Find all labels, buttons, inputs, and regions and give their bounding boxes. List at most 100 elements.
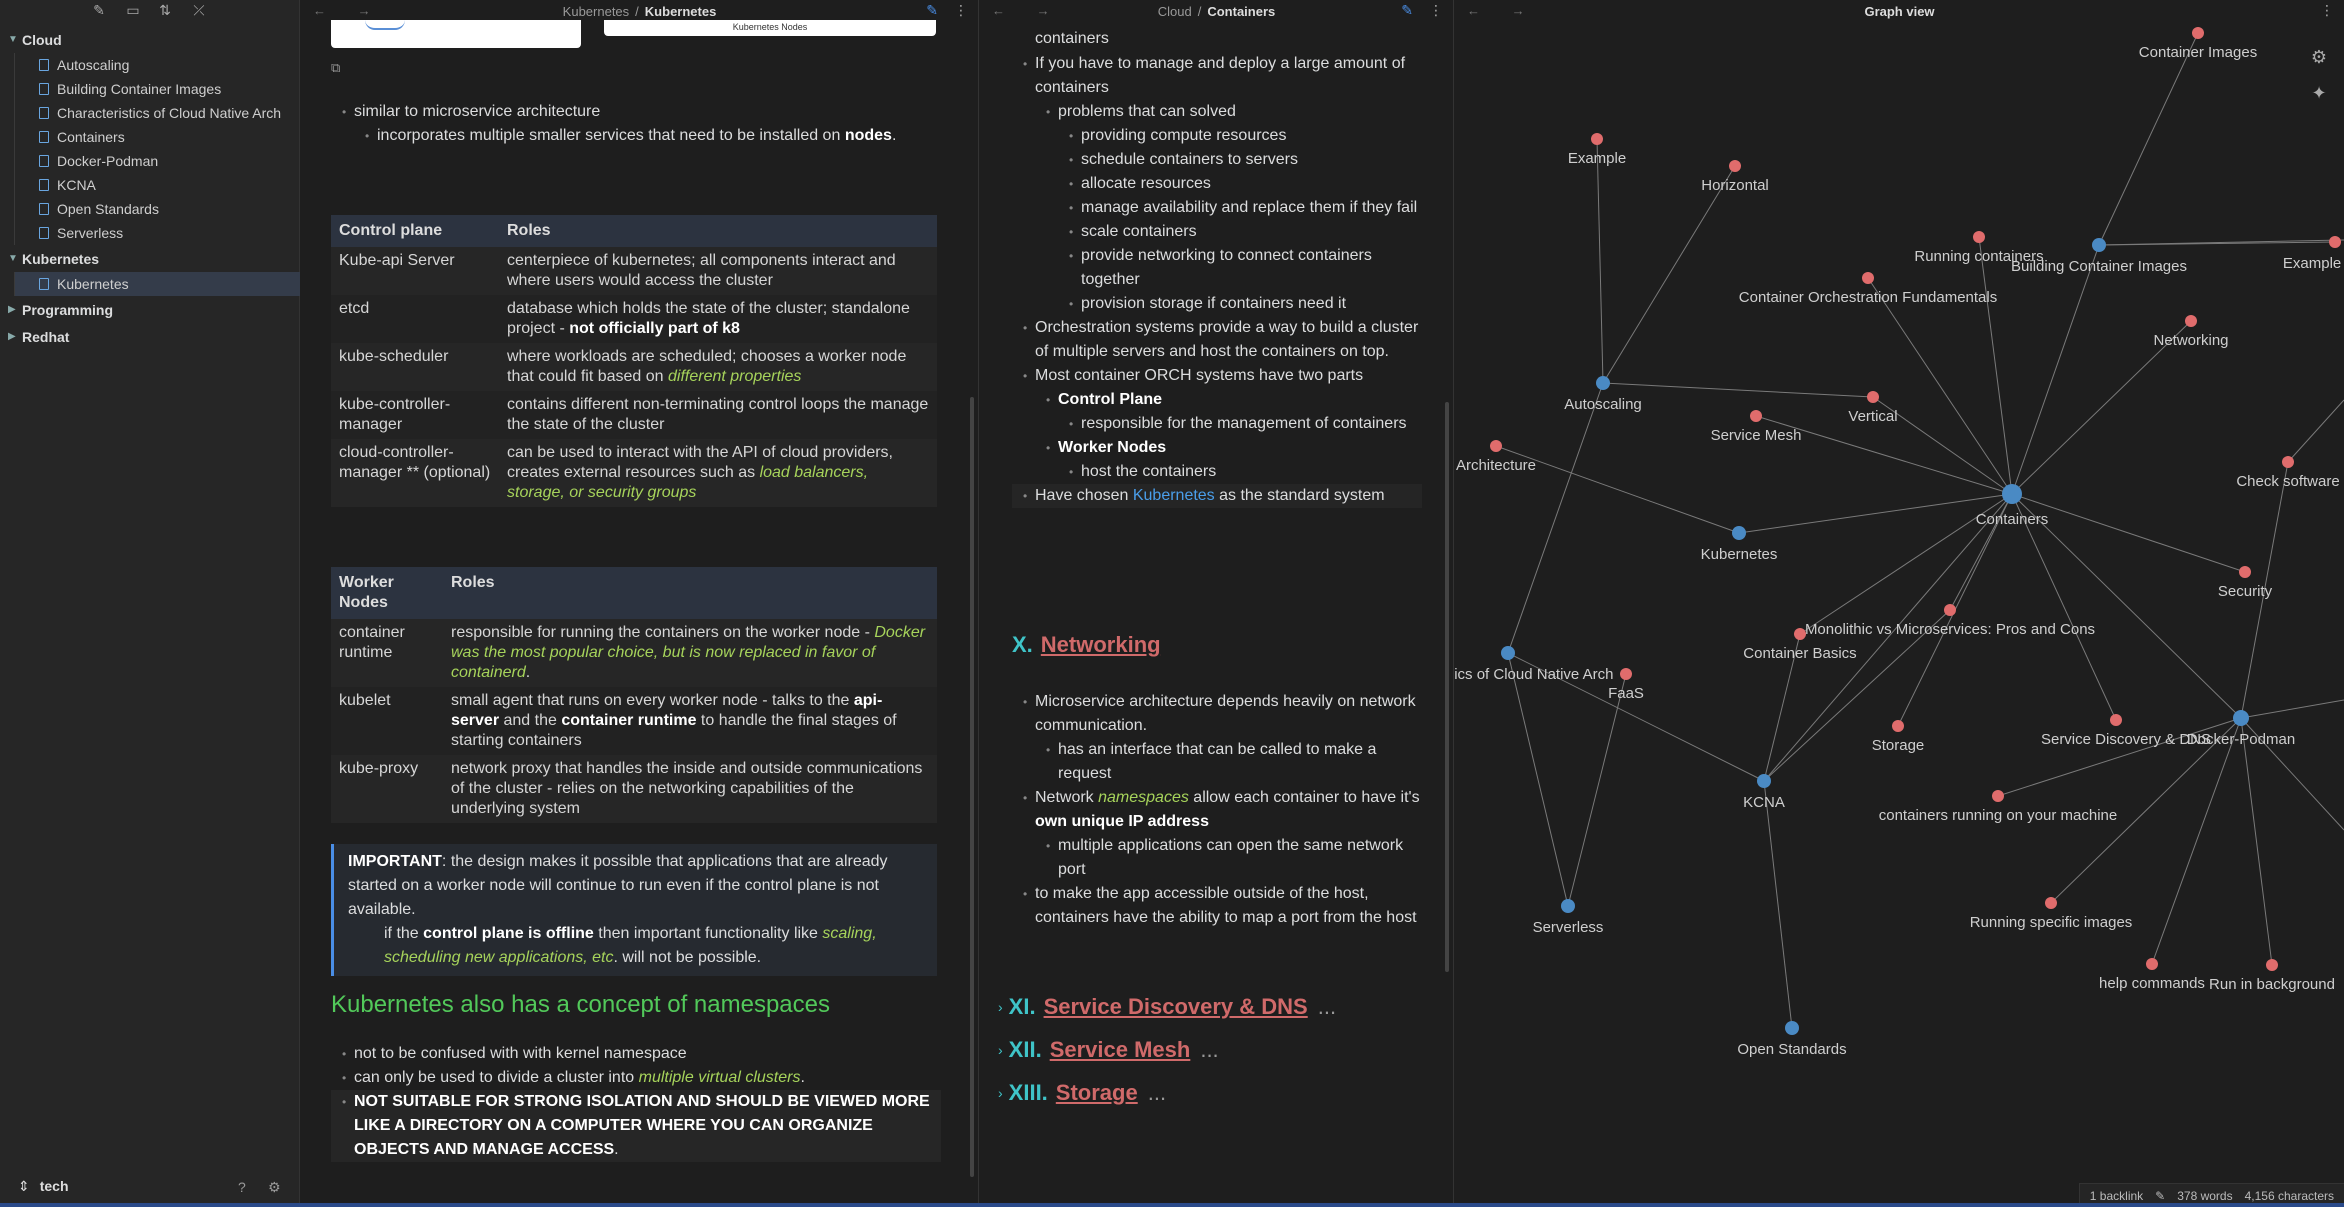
graph-node-dot[interactable] [2045, 897, 2057, 909]
graph-canvas[interactable]: Container Images Example Horizontal Running… [1455, 0, 2344, 1207]
file-containers[interactable]: Containers [14, 125, 300, 149]
new-folder-icon[interactable]: ▭ [124, 2, 142, 18]
breadcrumb-parent[interactable]: Cloud [1158, 4, 1192, 19]
section-heading-collapsed[interactable]: › XIII. Storage... [998, 1078, 1166, 1108]
file-open-standards[interactable]: Open Standards [14, 197, 300, 221]
text: as the standard system [1214, 487, 1385, 504]
file-kcna[interactable]: KCNA [14, 173, 300, 197]
table-row: etcd database which holds the state of th… [331, 295, 937, 343]
settings-gear-icon[interactable]: ⚙ [268, 1179, 281, 1196]
graph-node[interactable]: Monolithic vs Microservices: Pros and Co… [1805, 604, 2095, 638]
graph-node[interactable]: Security [2218, 566, 2273, 600]
file-autoscaling[interactable]: Autoscaling [14, 53, 300, 77]
new-note-icon[interactable]: ✎ [90, 2, 108, 18]
graph-node[interactable]: containers running on your machine [1879, 790, 2117, 824]
graph-node-dot[interactable] [1596, 376, 1610, 390]
graph-node[interactable]: Docker-Podman [2187, 710, 2295, 748]
graph-node-dot[interactable] [2146, 958, 2158, 970]
graph-node-dot[interactable] [1785, 1021, 1799, 1035]
help-icon[interactable]: ? [238, 1179, 246, 1195]
collapse-all-icon[interactable]: ⤫ [190, 2, 208, 18]
folder-programming[interactable]: ▶ Programming [0, 296, 300, 323]
edit-mode-icon[interactable]: ✎ [926, 2, 938, 18]
graph-node[interactable]: KCNA [1743, 774, 1785, 811]
graph-node-dot[interactable] [1729, 160, 1741, 172]
scrollbar[interactable] [1445, 402, 1449, 972]
scrollbar[interactable] [970, 397, 974, 1177]
file-serverless[interactable]: Serverless [14, 221, 300, 245]
graph-node-dot[interactable] [1944, 604, 1956, 616]
graph-node-dot[interactable] [1620, 668, 1632, 680]
graph-node-dot[interactable] [1973, 231, 1985, 243]
graph-node-dot[interactable] [1794, 628, 1806, 640]
graph-node[interactable]: Running specific images [1970, 897, 2133, 931]
more-options-icon[interactable]: ⋮ [954, 2, 968, 18]
graph-node-dot[interactable] [2185, 315, 2197, 327]
breadcrumb-current[interactable]: Containers [1207, 4, 1275, 19]
graph-node[interactable]: stics of Cloud Native Arch [1455, 646, 1613, 683]
file-docker-podman[interactable]: Docker-Podman [14, 149, 300, 173]
graph-node[interactable]: Service Mesh [1711, 410, 1802, 444]
section-heading-collapsed[interactable]: › XII. Service Mesh... [998, 1035, 1219, 1065]
graph-node-dot[interactable] [1561, 899, 1575, 913]
graph-node[interactable]: Kubernetes [1701, 526, 1778, 563]
more-options-icon[interactable]: ⋮ [1429, 2, 1443, 18]
graph-node-dot[interactable] [2110, 714, 2122, 726]
section-heading-collapsed[interactable]: › XI. Service Discovery & DNS... [998, 992, 1336, 1022]
graph-node-dot[interactable] [1892, 720, 1904, 732]
folder-cloud[interactable]: ▼ Cloud [0, 26, 300, 53]
list-item: host the containers [1058, 460, 1422, 484]
graph-node-dot[interactable] [1501, 646, 1515, 660]
nav-arrows-icon[interactable]: ← → [992, 3, 1064, 18]
folder-kubernetes[interactable]: ▼ Kubernetes [0, 245, 300, 272]
breadcrumb-parent[interactable]: Kubernetes [563, 4, 630, 19]
graph-node-dot[interactable] [1750, 410, 1762, 422]
graph-node-dot[interactable] [2282, 456, 2294, 468]
graph-node[interactable]: Example [1568, 133, 1626, 167]
graph-node-dot[interactable] [1992, 790, 2004, 802]
folder-redhat[interactable]: ▶ Redhat [0, 323, 300, 350]
edit-mode-icon[interactable]: ✎ [1401, 2, 1413, 18]
graph-node[interactable]: Run in background [2209, 959, 2335, 993]
graph-node-dot[interactable] [2002, 484, 2022, 504]
graph-node-dot[interactable] [1757, 774, 1771, 788]
graph-node[interactable]: Open Standards [1737, 1021, 1847, 1058]
graph-node[interactable]: Check software [2236, 456, 2340, 490]
sort-icon[interactable]: ⇅ [156, 2, 174, 18]
graph-node-dot[interactable] [2329, 236, 2341, 248]
graph-node-dot[interactable] [1490, 440, 1502, 452]
graph-node-dot[interactable] [2192, 27, 2204, 39]
graph-node-dot[interactable] [2233, 710, 2249, 726]
file-characteristics[interactable]: Characteristics of Cloud Native Arch [14, 101, 300, 125]
graph-node[interactable]: Architecture [1456, 440, 1536, 474]
graph-node[interactable]: Container Orchestration Fundamentals [1739, 272, 1997, 306]
graph-settings-icon[interactable]: ⚙ [2302, 40, 2336, 74]
backlink-count[interactable]: 1 backlink [2090, 1189, 2143, 1203]
graph-node-dot[interactable] [2266, 959, 2278, 971]
graph-node[interactable]: Serverless [1533, 899, 1604, 936]
graph-node[interactable]: Service Discovery & DNS [2041, 714, 2211, 748]
list-item-text: to make the app accessible outside of th… [1035, 885, 1417, 926]
graph-node[interactable]: Containers [1976, 484, 2049, 528]
graph-node[interactable]: Storage [1872, 720, 1925, 754]
graph-node[interactable]: Autoscaling [1564, 376, 1642, 413]
graph-node[interactable]: help commands [2099, 958, 2205, 992]
graph-node-dot[interactable] [1867, 391, 1879, 403]
graph-node-dot[interactable] [2239, 566, 2251, 578]
animate-wand-icon[interactable]: ✦ [2302, 76, 2336, 110]
graph-node-dot[interactable] [1591, 133, 1603, 145]
vault-switcher[interactable]: ⇕ tech ? ⚙ [0, 1165, 300, 1207]
section-heading-networking[interactable]: X. Networking [1012, 630, 1161, 660]
open-link-icon[interactable]: ⧉ [331, 56, 340, 80]
graph-node[interactable]: Container Images [2139, 27, 2257, 61]
breadcrumb-current[interactable]: Kubernetes [645, 4, 717, 19]
nav-arrows-icon[interactable]: ← → [313, 3, 385, 18]
graph-node-dot[interactable] [1862, 272, 1874, 284]
internal-link[interactable]: Kubernetes [1133, 487, 1215, 504]
graph-node[interactable]: Networking [2153, 315, 2229, 349]
graph-node[interactable]: Horizontal [1701, 160, 1769, 194]
graph-node-dot[interactable] [1732, 526, 1746, 540]
file-building-container-images[interactable]: Building Container Images [14, 77, 300, 101]
file-kubernetes[interactable]: Kubernetes [14, 272, 300, 296]
graph-node-dot[interactable] [2092, 238, 2106, 252]
